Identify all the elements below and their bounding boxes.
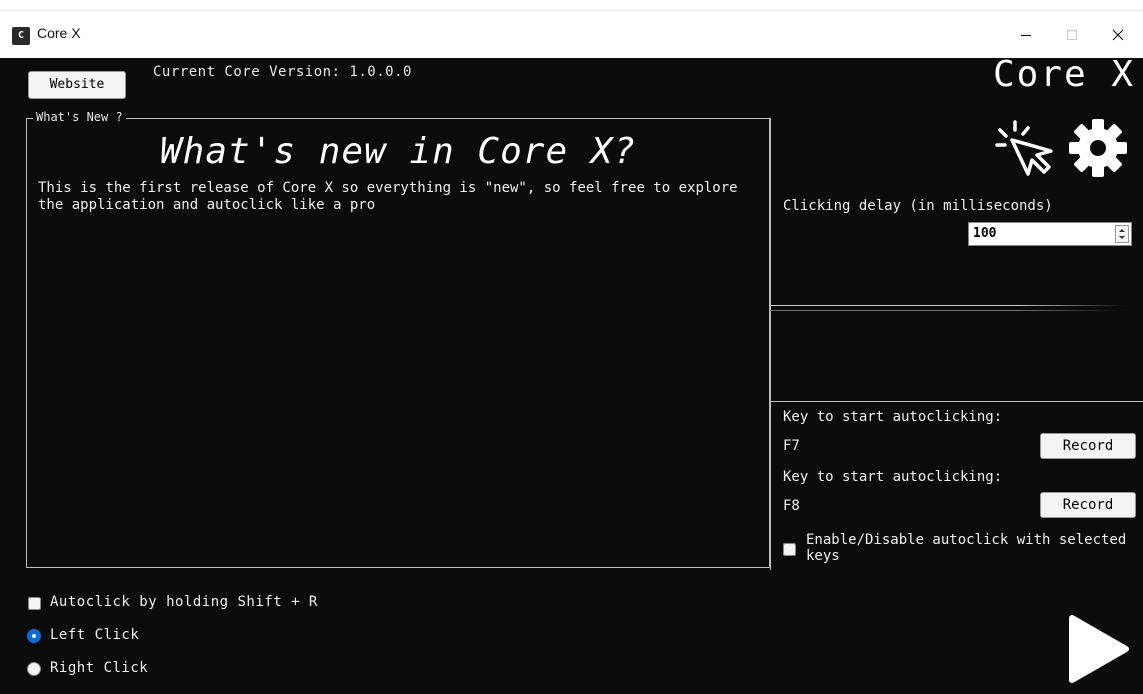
right-click-label: Right Click [50,660,149,676]
right-click-radio[interactable] [27,662,41,676]
clicking-delay-input[interactable]: 100 [968,222,1132,246]
title-bar: C Core X [0,10,1143,59]
left-click-label: Left Click [50,627,140,643]
brand-title: Core X [992,54,1135,95]
panel-divider-vertical [770,118,771,570]
cursor-click-icon[interactable] [988,118,1056,178]
clicking-delay-value: 100 [973,226,997,241]
shift-r-checkbox[interactable] [28,597,41,610]
delay-spinner[interactable] [1115,225,1129,243]
stop-key-label: Key to start autoclicking: [783,469,1003,485]
minimize-button[interactable] [1003,11,1049,59]
record-start-key-button[interactable]: Record [1040,433,1136,459]
panel-divider [770,401,1143,402]
gear-icon[interactable] [1064,118,1134,178]
clicking-delay-label: Clicking delay (in milliseconds) [783,198,1053,214]
spinner-arrows-icon [1119,229,1125,239]
play-icon[interactable] [1066,614,1132,684]
panel-divider [770,310,1125,311]
shift-r-label: Autoclick by holding Shift + R [50,594,318,610]
left-click-radio[interactable] [27,629,41,643]
enable-keys-checkbox[interactable] [783,543,796,556]
enable-keys-label: Enable/Disable autoclick with selected k… [806,532,1127,564]
close-icon [1112,29,1124,41]
close-button[interactable] [1095,11,1141,59]
whats-new-heading: What's new in Core X? [160,131,637,172]
maximize-icon [1067,30,1077,40]
whats-new-legend: What's New ? [33,110,126,124]
app-client-area: Website Current Core Version: 1.0.0.0 Co… [0,54,1143,694]
app-icon: C [12,27,30,45]
whats-new-body: This is the first release of Core X so e… [38,180,738,213]
version-text: Current Core Version: 1.0.0.0 [153,64,412,80]
minimize-icon [1021,35,1031,36]
website-button[interactable]: Website [28,71,126,99]
stop-key-value: F8 [783,498,800,514]
maximize-button[interactable] [1049,11,1095,59]
header-icons [988,118,1138,178]
start-key-label: Key to start autoclicking: [783,409,1003,425]
start-key-value: F7 [783,438,800,454]
record-stop-key-button[interactable]: Record [1040,492,1136,518]
panel-divider [770,305,1125,306]
window-title: Core X [37,25,81,41]
